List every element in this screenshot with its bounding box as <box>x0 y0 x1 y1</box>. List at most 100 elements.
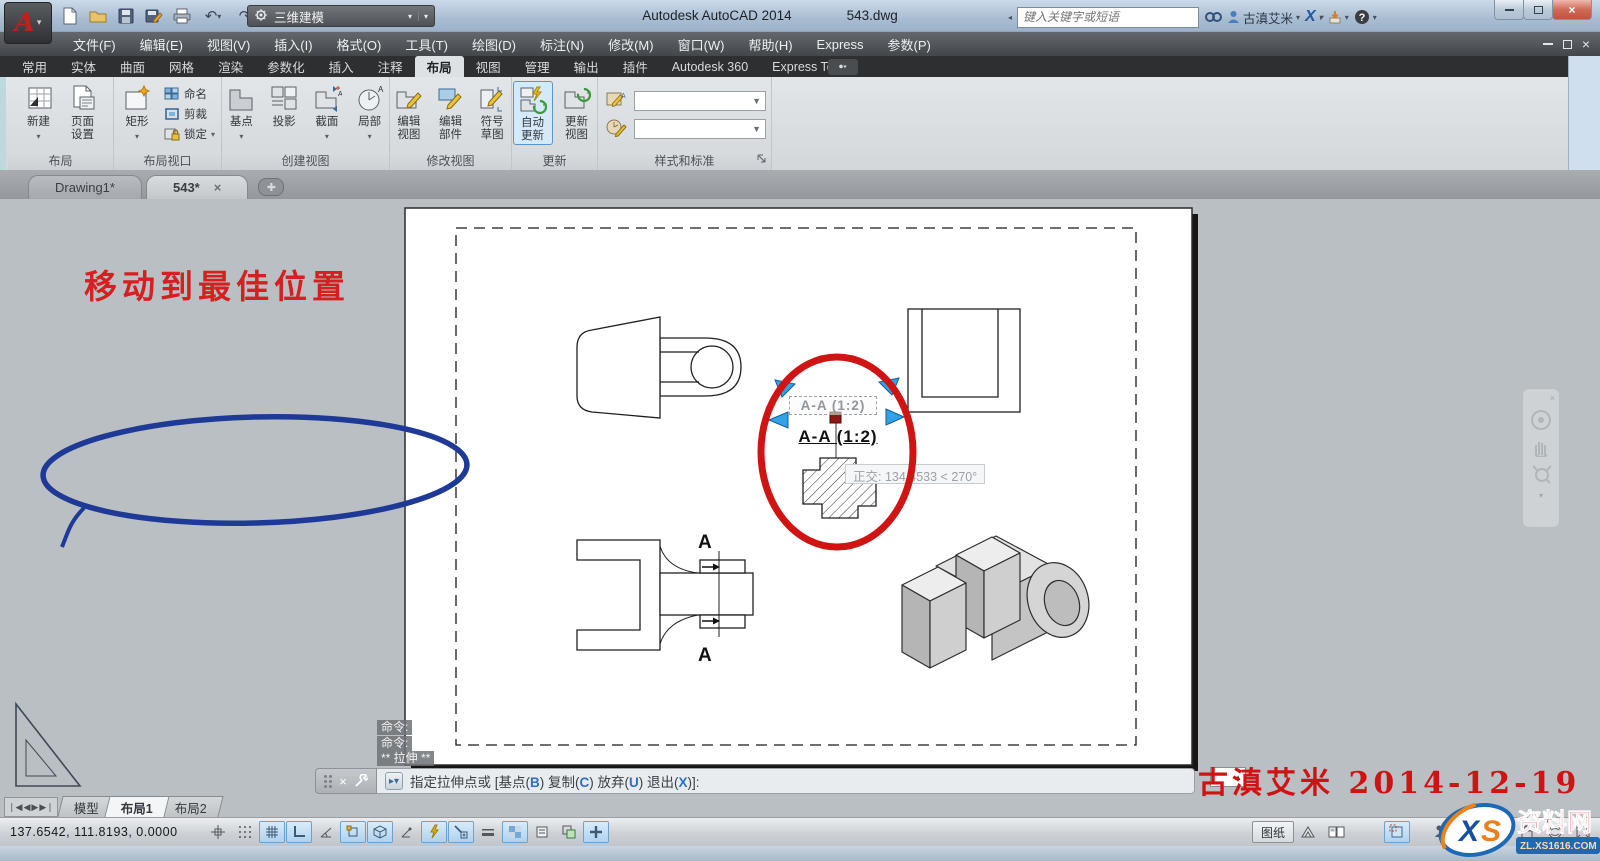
menu-item[interactable]: 格式(O) <box>326 32 393 57</box>
ribbon-tab[interactable]: 常用 <box>10 56 59 77</box>
ribbon-button-edit-view[interactable]: 编辑 视图 <box>390 81 428 143</box>
save-button[interactable] <box>114 5 138 27</box>
file-tab-543[interactable]: 543* × <box>146 175 248 199</box>
ribbon-button-projected-view[interactable]: 投影 <box>265 81 304 130</box>
ribbon-tab[interactable]: 曲面 <box>108 56 157 77</box>
prev-layout-icon[interactable]: ◀ <box>23 802 30 813</box>
menu-item[interactable]: 插入(I) <box>263 32 323 57</box>
last-layout-icon[interactable]: ▶❘ <box>39 802 53 813</box>
workspace-caret-icon[interactable]: ▾ <box>408 12 412 21</box>
navbar-close-icon[interactable]: × <box>1550 393 1555 403</box>
ortho-toggle[interactable] <box>286 821 312 843</box>
ribbon-tab[interactable]: 插入 <box>317 56 366 77</box>
next-layout-icon[interactable]: ▶ <box>31 802 38 813</box>
ribbon-button-new-layout[interactable]: 新建 ▾ <box>19 81 59 144</box>
detail-style-combo[interactable]: ▼ <box>634 119 766 139</box>
command-input[interactable]: ▸▾ 指定拉伸点或 [基点(B) 复制(C) 放弃(U) 退出(X)]: <box>377 768 1195 794</box>
object-snap-toggle[interactable] <box>340 821 366 843</box>
first-layout-icon[interactable]: ❘◀ <box>8 802 22 813</box>
recent-commands-icon[interactable]: ▸▾ <box>385 772 403 790</box>
quick-view-drawings-icon[interactable] <box>1324 821 1350 843</box>
dynamic-input-toggle[interactable] <box>448 821 474 843</box>
panel-label-update[interactable]: 更新 <box>512 150 597 170</box>
selection-cycling-toggle[interactable] <box>556 821 582 843</box>
panel-label-viewports[interactable]: 布局视口 <box>114 150 221 170</box>
grid-dots-toggle[interactable] <box>232 821 258 843</box>
new-file-button[interactable] <box>58 5 82 27</box>
ribbon-tab[interactable]: 注释 <box>366 56 415 77</box>
ribbon-tab[interactable]: 渲染 <box>206 56 255 77</box>
option-base-point[interactable]: B <box>530 775 540 790</box>
doc-restore-icon[interactable] <box>1563 40 1572 49</box>
navbar-more-icon[interactable]: ▾ <box>1539 491 1543 500</box>
grid-display-toggle[interactable] <box>259 821 285 843</box>
view-style-icon[interactable]: A <box>606 90 628 113</box>
infocenter-collapse-icon[interactable]: ◂ <box>1008 13 1012 22</box>
download-icon[interactable]: ▾ <box>1328 10 1349 24</box>
object-snap-tracking-toggle[interactable] <box>394 821 420 843</box>
menu-item[interactable]: 文件(F) <box>62 32 127 57</box>
menu-item[interactable]: 绘图(D) <box>461 32 527 57</box>
menu-item[interactable]: 窗口(W) <box>667 32 736 57</box>
polar-tracking-toggle[interactable] <box>313 821 339 843</box>
ribbon-tab[interactable]: 布局 <box>415 56 464 77</box>
paper-model-button[interactable]: 图纸 <box>1252 821 1294 843</box>
ribbon-button-update-view[interactable]: 更新 视图 <box>557 81 597 143</box>
file-tab-drawing1[interactable]: Drawing1* <box>28 175 142 199</box>
maximize-button[interactable] <box>1523 0 1553 20</box>
menu-item[interactable]: 帮助(H) <box>738 32 804 57</box>
ribbon-button-page-setup[interactable]: 页面 设置 <box>63 81 103 143</box>
workspace-switcher[interactable]: 三维建模 ▾ ▾ <box>247 5 435 27</box>
exchange-apps-icon[interactable]: X▾ <box>1305 8 1323 26</box>
option-exit[interactable]: X <box>679 775 688 790</box>
menu-item[interactable]: 标注(N) <box>529 32 595 57</box>
search-input[interactable] <box>1017 7 1199 28</box>
panel-label-layout[interactable]: 布局 <box>8 150 113 170</box>
menu-item[interactable]: 参数(P) <box>877 32 942 57</box>
file-tab-close-icon[interactable]: × <box>214 180 222 195</box>
navigation-bar[interactable]: × ▾ <box>1522 388 1560 528</box>
ribbon-button-base-view[interactable]: 基点 ▾ <box>222 81 261 144</box>
minimize-button[interactable] <box>1494 0 1524 20</box>
ribbon-button-lock-viewport[interactable]: 锁定 ▾ <box>161 124 218 143</box>
application-menu-button[interactable]: A▾ <box>4 2 52 44</box>
ribbon-button-symbol-sketch[interactable]: 符号 草图 <box>473 81 511 143</box>
help-icon[interactable]: ?▾ <box>1354 9 1377 25</box>
close-button[interactable]: × <box>1552 0 1592 20</box>
ribbon-tab[interactable]: 插件 <box>611 56 660 77</box>
steering-wheel-icon[interactable] <box>1530 409 1552 431</box>
plot-button[interactable] <box>170 5 194 27</box>
3d-object-snap-toggle[interactable] <box>367 821 393 843</box>
command-line-window[interactable]: × ▸▾ 指定拉伸点或 [基点(B) 复制(C) 放弃(U) 退出(X)]: <box>315 768 1195 794</box>
snap-toggle[interactable] <box>205 821 231 843</box>
ribbon-tab[interactable]: 实体 <box>59 56 108 77</box>
search-icon[interactable] <box>1204 10 1222 24</box>
quick-properties-toggle[interactable] <box>529 821 555 843</box>
viewport-maximize-icon[interactable] <box>1384 821 1410 843</box>
ribbon-button-auto-update[interactable]: 自动 更新 <box>513 81 553 145</box>
command-customize-icon[interactable] <box>354 774 368 788</box>
ribbon-button-named-viewport[interactable]: 命名 <box>161 84 218 103</box>
panel-label-create-view[interactable]: 创建视图 <box>222 150 389 170</box>
transparency-toggle[interactable] <box>502 821 528 843</box>
menu-item[interactable]: 编辑(E) <box>129 32 194 57</box>
ribbon-button-detail-view[interactable]: A 局部 ▾ <box>350 81 389 144</box>
view-style-combo[interactable]: ▼ <box>634 91 766 111</box>
ribbon-button-clip-viewport[interactable]: 剪裁 <box>161 104 218 123</box>
ribbon-tab[interactable]: 输出 <box>562 56 611 77</box>
doc-minimize-icon[interactable] <box>1543 43 1553 45</box>
ribbon-tab[interactable]: 参数化 <box>255 56 317 77</box>
view-top-right[interactable] <box>908 309 1020 412</box>
menu-item[interactable]: 视图(V) <box>196 32 261 57</box>
undo-button[interactable]: ↶▾ <box>198 5 228 27</box>
ribbon-tab[interactable]: 视图 <box>464 56 513 77</box>
option-copy[interactable]: C <box>580 775 590 790</box>
ribbon-button-section-view[interactable]: A 截面 ▾ <box>308 81 347 144</box>
ribbon-button-rect-viewport[interactable]: 矩形 ▾ <box>117 81 157 144</box>
dragged-label-ghost[interactable]: A-A (1:2) <box>789 396 877 415</box>
section-view-label[interactable]: A-A (1:2) <box>784 427 892 447</box>
dynamic-ucs-toggle[interactable] <box>421 821 447 843</box>
option-undo[interactable]: U <box>629 775 639 790</box>
menu-item[interactable]: 修改(M) <box>597 32 665 57</box>
ribbon-tab[interactable]: 网格 <box>157 56 206 77</box>
